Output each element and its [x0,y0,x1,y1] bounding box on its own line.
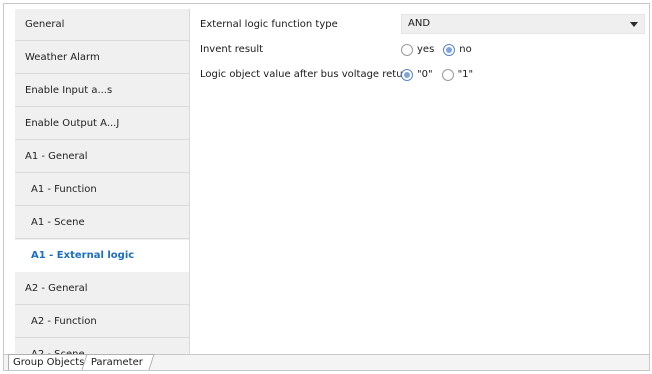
invert-radio-no[interactable]: no [443,39,472,61]
sidebar-item-enable-inputs[interactable]: Enable Input a...s [15,75,189,107]
sidebar: General Weather Alarm Enable Input a...s… [15,9,190,357]
sidebar-item-a2-function[interactable]: A2 - Function [15,306,189,338]
tab-parameter-label: Parameter [90,357,143,368]
invert-radio-group: yes no [401,39,481,61]
sidebar-item-weather-alarm[interactable]: Weather Alarm [15,42,189,74]
sidebar-item-general[interactable]: General [15,9,189,41]
parameter-panel: External logic function type AND Invent … [200,9,649,357]
invert-no-label: no [459,44,472,55]
tab-group-objects[interactable]: Group Objects [8,354,94,370]
function-type-value: AND [408,18,431,29]
invert-radio-yes[interactable]: yes [401,39,434,61]
sidebar-item-a1-function[interactable]: A1 - Function [15,174,189,206]
radio-circle-icon [401,44,413,56]
sidebar-item-a1-scene[interactable]: A1 - Scene [15,207,189,239]
radio-circle-icon [401,69,413,81]
bus-return-radio-0[interactable]: "0" [401,64,433,86]
bus-return-label: Logic object value after bus voltage ret… [200,69,413,80]
bus-return-1-label: "1" [457,69,474,80]
bus-return-radio-1[interactable]: "1" [441,64,474,86]
tab-parameter[interactable]: Parameter [81,354,155,370]
chevron-down-icon [630,22,638,27]
bus-return-radio-group: "0" "1" [401,64,482,86]
sidebar-item-a1-general[interactable]: A1 - General [15,141,189,173]
invert-yes-label: yes [417,44,435,55]
sidebar-item-a1-external-logic[interactable]: A1 - External logic [15,240,189,272]
bus-return-0-label: "0" [417,69,433,80]
invert-label: Invent result [200,44,264,55]
sidebar-item-enable-outputs[interactable]: Enable Output A...J [15,108,189,140]
bottom-tab-bar: Group Objects Parameter [4,354,649,370]
function-type-label: External logic function type [200,19,338,30]
function-type-dropdown[interactable]: AND [401,14,645,34]
app-window: General Weather Alarm Enable Input a...s… [3,3,650,371]
radio-circle-icon [441,69,454,81]
sidebar-item-a2-general[interactable]: A2 - General [15,273,189,305]
radio-circle-icon [443,44,456,56]
